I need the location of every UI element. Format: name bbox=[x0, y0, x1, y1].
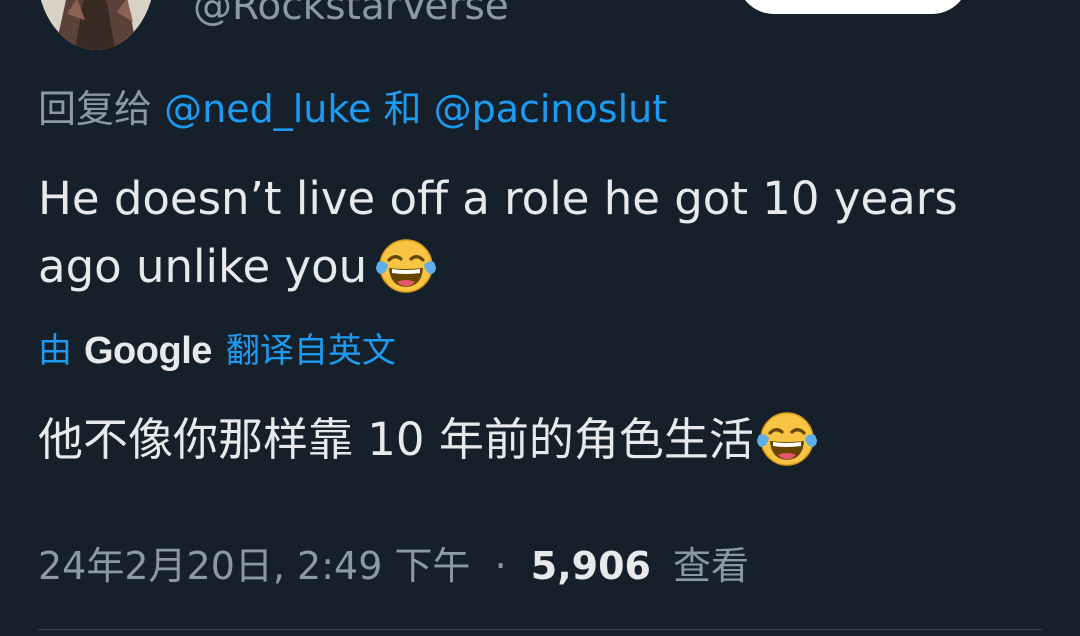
translation-attribution: 由 Google 翻译自英文 bbox=[38, 326, 396, 376]
reply-conjunction: 和 bbox=[383, 87, 422, 131]
translated-tweet-body: 他不像你那样靠 10 年前的角色生活 bbox=[38, 406, 818, 474]
translated-text: 他不像你那样靠 10 年前的角色生活 bbox=[38, 413, 754, 466]
tweet-text: He doesn’t live off a role he got 10 yea… bbox=[38, 172, 958, 293]
translated-by-label: 由 bbox=[38, 331, 72, 371]
view-count: 5,906 bbox=[530, 544, 651, 588]
avatar[interactable] bbox=[37, 0, 155, 50]
google-logo: Google bbox=[84, 330, 212, 372]
translated-from-english-link[interactable]: 翻译自英文 bbox=[226, 326, 396, 376]
mention-link[interactable]: @pacinoslut bbox=[434, 87, 668, 131]
tears-of-joy-emoji-icon bbox=[756, 407, 818, 469]
meta-separator: · bbox=[494, 544, 507, 588]
tears-of-joy-emoji-icon bbox=[375, 234, 437, 296]
avatar-image bbox=[37, 0, 155, 50]
divider bbox=[38, 629, 1042, 630]
author-handle[interactable]: @RockstarVerse bbox=[193, 0, 509, 29]
tweet-detail: @RockstarVerse 回复给 @ned_luke 和 @pacinosl… bbox=[0, 0, 1080, 636]
tweet-timestamp[interactable]: 24年2月20日, 2:49 下午 bbox=[38, 544, 470, 588]
follow-button[interactable] bbox=[737, 0, 969, 14]
views-label: 查看 bbox=[673, 544, 750, 588]
mention-link[interactable]: @ned_luke bbox=[164, 87, 371, 131]
tweet-meta: 24年2月20日, 2:49 下午 · 5,906 查看 bbox=[38, 538, 749, 594]
reply-prefix: 回复给 bbox=[38, 87, 153, 131]
reply-context: 回复给 @ned_luke 和 @pacinoslut bbox=[38, 85, 667, 133]
tweet-body: He doesn’t live off a role he got 10 yea… bbox=[38, 165, 1048, 301]
